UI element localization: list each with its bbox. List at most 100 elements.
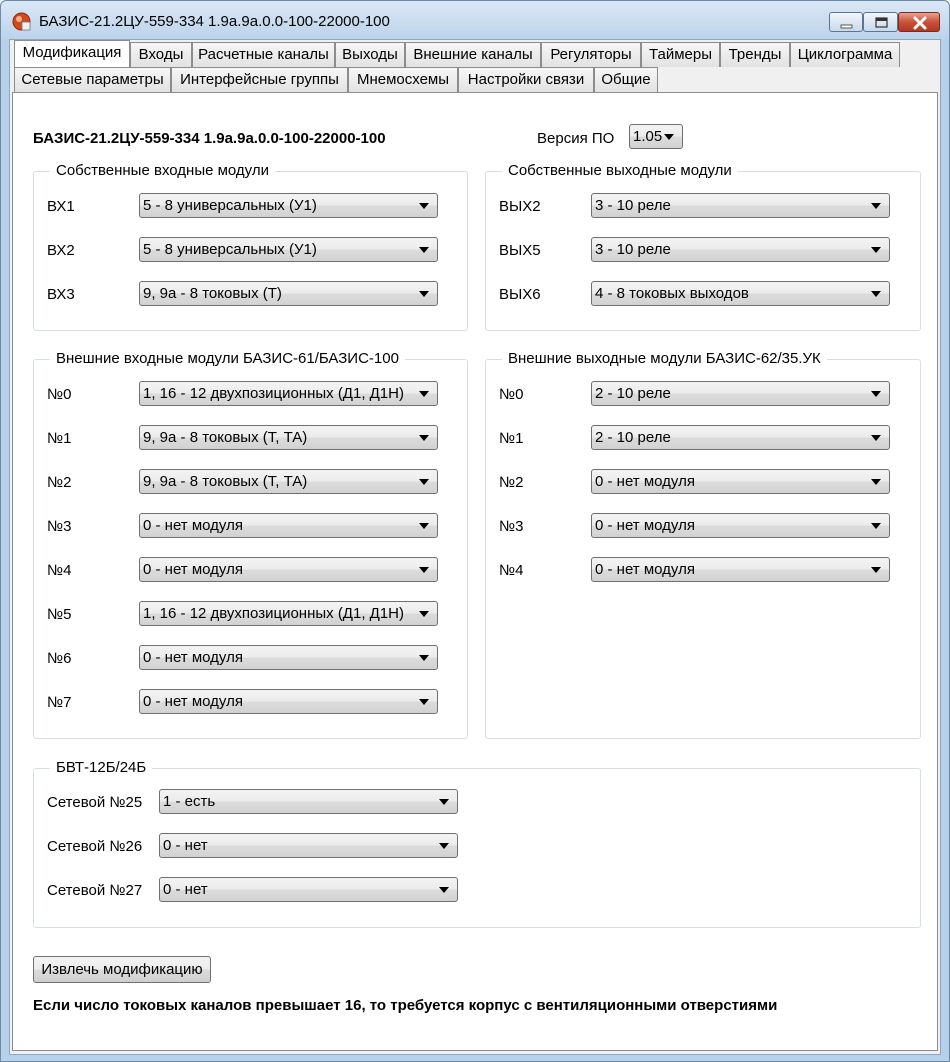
chevron-down-icon bbox=[419, 699, 429, 705]
ext-input-label: №7 bbox=[47, 694, 72, 711]
chevron-down-icon bbox=[419, 523, 429, 529]
ext-output-select[interactable]: 0 - нет модуля bbox=[591, 513, 890, 538]
ext-output-label: №1 bbox=[499, 430, 524, 447]
chevron-down-icon bbox=[871, 391, 881, 397]
close-icon bbox=[913, 16, 927, 30]
chevron-down-icon bbox=[419, 203, 429, 209]
tab-regulators[interactable]: Регуляторы bbox=[541, 42, 641, 67]
ext-output-select[interactable]: 2 - 10 реле bbox=[591, 425, 890, 450]
select-value: 3 - 10 реле bbox=[595, 241, 671, 258]
own-output-label: ВЫХ2 bbox=[499, 198, 541, 215]
ext-outputs-group: Внешние выходные модули БАЗИС-62/35.УК bbox=[485, 350, 921, 739]
chevron-down-icon bbox=[419, 291, 429, 297]
chevron-down-icon bbox=[419, 479, 429, 485]
tab-cyclogram[interactable]: Циклограмма bbox=[790, 42, 900, 67]
bvt-select[interactable]: 0 - нет bbox=[159, 833, 458, 858]
select-value: 1, 16 - 12 двухпозиционных (Д1, Д1Н) bbox=[143, 385, 404, 402]
ext-input-select[interactable]: 0 - нет модуля bbox=[139, 557, 438, 582]
ext-input-label: №6 bbox=[47, 650, 72, 667]
ext-input-label: №1 bbox=[47, 430, 72, 447]
tab-external-channels[interactable]: Внешние каналы bbox=[405, 42, 541, 67]
ventilation-note: Если число токовых каналов превышает 16,… bbox=[33, 997, 778, 1014]
own-input-select[interactable]: 5 - 8 универсальных (У1) bbox=[139, 193, 438, 218]
chevron-down-icon bbox=[871, 435, 881, 441]
select-value: 0 - нет модуля bbox=[143, 693, 243, 710]
select-value: 9, 9а - 8 токовых (Т, ТА) bbox=[143, 429, 308, 446]
select-value: 1 - есть bbox=[163, 793, 216, 810]
ext-input-select[interactable]: 0 - нет модуля bbox=[139, 689, 438, 714]
tab-timers[interactable]: Таймеры bbox=[641, 42, 720, 67]
own-input-label: ВХ2 bbox=[47, 242, 75, 259]
own-output-select[interactable]: 4 - 8 токовых выходов bbox=[591, 281, 890, 306]
ext-input-select[interactable]: 9, 9а - 8 токовых (Т, ТА) bbox=[139, 425, 438, 450]
select-value: 3 - 10 реле bbox=[595, 197, 671, 214]
ext-input-select[interactable]: 0 - нет модуля bbox=[139, 513, 438, 538]
chevron-down-icon bbox=[871, 523, 881, 529]
own-output-select[interactable]: 3 - 10 реле bbox=[591, 193, 890, 218]
app-logo-icon bbox=[12, 12, 31, 31]
chevron-down-icon bbox=[664, 134, 674, 140]
ext-output-select[interactable]: 0 - нет модуля bbox=[591, 557, 890, 582]
chevron-down-icon bbox=[419, 391, 429, 397]
tab-interface-groups[interactable]: Интерфейсные группы bbox=[171, 67, 348, 92]
ext-output-select[interactable]: 0 - нет модуля bbox=[591, 469, 890, 494]
select-value: 0 - нет bbox=[163, 881, 208, 898]
maximize-button[interactable] bbox=[863, 12, 898, 32]
select-value: 9, 9а - 8 токовых (Т) bbox=[143, 285, 282, 302]
tab-network-params[interactable]: Сетевые параметры bbox=[14, 67, 171, 92]
tab-modification[interactable]: Модификация bbox=[14, 40, 130, 67]
ext-input-label: №2 bbox=[47, 474, 72, 491]
ext-input-select[interactable]: 9, 9а - 8 токовых (Т, ТА) bbox=[139, 469, 438, 494]
chevron-down-icon bbox=[439, 887, 449, 893]
bvt-title: БВТ-12Б/24Б bbox=[50, 759, 153, 776]
own-outputs-title: Собственные выходные модули bbox=[502, 162, 738, 179]
tab-outputs[interactable]: Выходы bbox=[335, 42, 405, 67]
client-area: Модификация Входы Расчетные каналы Выход… bbox=[9, 39, 941, 1055]
select-value: 4 - 8 токовых выходов bbox=[595, 285, 749, 302]
title-bar[interactable]: БАЗИС-21.2ЦУ-559-334 1.9a.9a.0.0-100-220… bbox=[1, 1, 949, 39]
tab-trends[interactable]: Тренды bbox=[720, 42, 790, 67]
version-value: 1.05 bbox=[633, 128, 663, 145]
ext-inputs-title: Внешние входные модули БАЗИС-61/БАЗИС-10… bbox=[50, 350, 405, 367]
version-label: Версия ПО bbox=[537, 130, 615, 147]
select-value: 5 - 8 универсальных (У1) bbox=[143, 197, 317, 214]
ext-output-select[interactable]: 2 - 10 реле bbox=[591, 381, 890, 406]
maximize-icon bbox=[875, 17, 888, 28]
extract-modification-button[interactable]: Извлечь модификацию bbox=[33, 956, 211, 983]
select-value: 0 - нет модуля bbox=[595, 517, 695, 534]
own-inputs-title: Собственные входные модули bbox=[50, 162, 275, 179]
ext-output-label: №2 bbox=[499, 474, 524, 491]
own-input-label: ВХ1 bbox=[47, 198, 75, 215]
select-value: 2 - 10 реле bbox=[595, 385, 671, 402]
own-input-select[interactable]: 9, 9а - 8 токовых (Т) bbox=[139, 281, 438, 306]
own-input-select[interactable]: 5 - 8 универсальных (У1) bbox=[139, 237, 438, 262]
select-value: 5 - 8 универсальных (У1) bbox=[143, 241, 317, 258]
bvt-select[interactable]: 1 - есть bbox=[159, 789, 458, 814]
select-value: 0 - нет модуля bbox=[143, 517, 243, 534]
bvt-select[interactable]: 0 - нет bbox=[159, 877, 458, 902]
own-output-label: ВЫХ6 bbox=[499, 286, 541, 303]
ext-input-select[interactable]: 0 - нет модуля bbox=[139, 645, 438, 670]
ext-input-select[interactable]: 1, 16 - 12 двухпозиционных (Д1, Д1Н) bbox=[139, 381, 438, 406]
chevron-down-icon bbox=[419, 567, 429, 573]
version-select[interactable]: 1.05 bbox=[629, 124, 683, 149]
tab-general[interactable]: Общие bbox=[594, 67, 658, 92]
tab-mnemonics[interactable]: Мнемосхемы bbox=[348, 67, 458, 92]
device-title: БАЗИС-21.2ЦУ-559-334 1.9a.9a.0.0-100-220… bbox=[33, 130, 386, 147]
tab-calc-channels[interactable]: Расчетные каналы bbox=[192, 42, 335, 67]
ext-output-label: №3 bbox=[499, 518, 524, 535]
own-input-label: ВХ3 bbox=[47, 286, 75, 303]
chevron-down-icon bbox=[419, 655, 429, 661]
minimize-button[interactable] bbox=[829, 12, 863, 32]
ext-input-select[interactable]: 1, 16 - 12 двухпозиционных (Д1, Д1Н) bbox=[139, 601, 438, 626]
select-value: 0 - нет модуля bbox=[595, 561, 695, 578]
close-button[interactable] bbox=[898, 12, 940, 32]
tab-inputs[interactable]: Входы bbox=[130, 42, 192, 67]
bvt-label: Сетевой №26 bbox=[47, 838, 143, 855]
app-window: БАЗИС-21.2ЦУ-559-334 1.9a.9a.0.0-100-220… bbox=[0, 0, 950, 1062]
ext-input-label: №5 bbox=[47, 606, 72, 623]
chevron-down-icon bbox=[871, 567, 881, 573]
own-output-select[interactable]: 3 - 10 реле bbox=[591, 237, 890, 262]
chevron-down-icon bbox=[419, 611, 429, 617]
tab-connection-settings[interactable]: Настройки связи bbox=[458, 67, 594, 92]
